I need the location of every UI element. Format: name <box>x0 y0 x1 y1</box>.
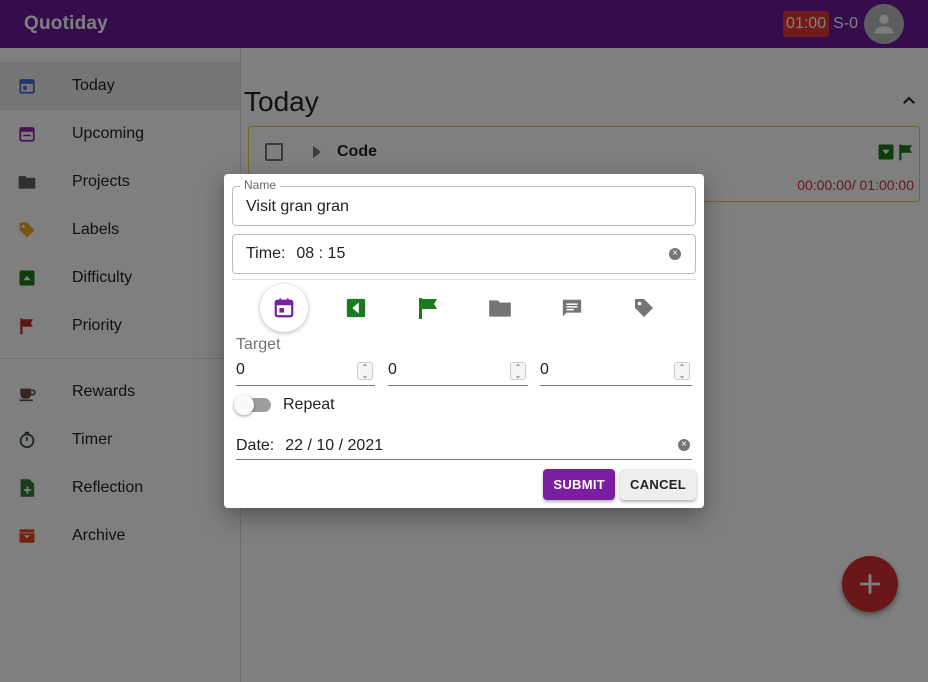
date-field-label: Date: <box>236 436 275 454</box>
target-value: 0 <box>236 361 245 378</box>
calendar-icon <box>274 298 294 318</box>
time-field-value: 08 : 15 <box>296 245 346 262</box>
cancel-button[interactable]: CANCEL <box>620 469 696 500</box>
time-field-label: Time: <box>246 245 286 262</box>
flag-icon <box>419 298 437 319</box>
spinner-icon[interactable]: ⌃ ⌄ <box>674 362 690 380</box>
date-field[interactable]: Date: 22 / 10 / 2021 × <box>236 432 692 460</box>
clear-icon[interactable]: × <box>678 439 690 451</box>
target-input-2[interactable]: 0 ⌃ ⌄ <box>388 360 528 386</box>
submit-button[interactable]: SUBMIT <box>543 469 616 500</box>
target-input-3[interactable]: 0 ⌃ ⌄ <box>540 360 692 386</box>
dialog-divider <box>232 279 696 280</box>
difficulty-icon <box>346 298 366 318</box>
comment-option-button[interactable] <box>548 284 596 332</box>
clear-icon[interactable]: × <box>669 248 681 260</box>
spinner-icon[interactable]: ⌃ ⌄ <box>357 362 373 380</box>
difficulty-option-button[interactable] <box>332 284 380 332</box>
tag-icon <box>635 299 653 317</box>
time-field[interactable]: Time: 08 : 15 × <box>232 234 696 274</box>
target-value: 0 <box>540 361 549 378</box>
repeat-row: Repeat <box>234 395 335 415</box>
dialog-actions: SUBMIT CANCEL <box>543 469 696 500</box>
label-option-button[interactable] <box>620 284 668 332</box>
add-task-dialog: Name Visit gran gran Time: 08 : 15 × Tar… <box>224 174 704 508</box>
name-field-value: Visit gran gran <box>246 198 349 215</box>
comment-icon <box>562 299 582 317</box>
target-input-1[interactable]: 0 ⌃ ⌄ <box>236 360 375 386</box>
target-value: 0 <box>388 361 397 378</box>
name-field-label: Name <box>240 178 281 192</box>
repeat-label: Repeat <box>283 396 335 413</box>
task-options-row <box>260 284 680 332</box>
priority-option-button[interactable] <box>404 284 452 332</box>
date-option-button[interactable] <box>260 284 308 332</box>
repeat-toggle[interactable] <box>234 395 271 415</box>
project-option-button[interactable] <box>476 284 524 332</box>
toggle-knob <box>234 395 254 415</box>
folder-icon <box>489 300 511 317</box>
spinner-icon[interactable]: ⌃ ⌄ <box>510 362 526 380</box>
name-field[interactable]: Visit gran gran <box>232 186 696 226</box>
date-field-value: 22 / 10 / 2021 <box>285 436 384 454</box>
target-label: Target <box>236 336 281 353</box>
